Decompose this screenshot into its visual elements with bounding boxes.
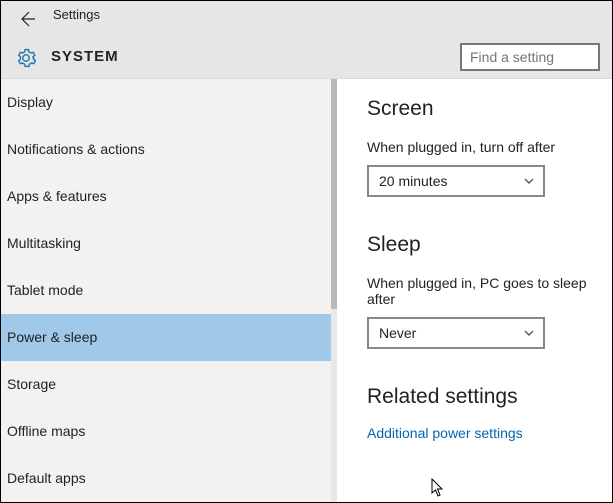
sidebar-item-label: Offline maps — [7, 423, 85, 439]
screen-timeout-value: 20 minutes — [379, 173, 447, 189]
sleep-timeout-value: Never — [379, 325, 416, 341]
screen-timeout-label: When plugged in, turn off after — [367, 139, 612, 155]
sidebar-item-label: Apps & features — [7, 188, 107, 204]
content: Display Notifications & actions Apps & f… — [1, 79, 612, 502]
sidebar-item-label: Multitasking — [7, 235, 81, 251]
cursor-icon — [431, 478, 447, 498]
sidebar-item-offline-maps[interactable]: Offline maps — [1, 408, 331, 455]
back-arrow-icon — [17, 9, 37, 29]
sidebar-item-apps[interactable]: Apps & features — [1, 173, 331, 220]
sidebar-item-label: Storage — [7, 376, 56, 392]
sidebar-item-label: Tablet mode — [7, 282, 83, 298]
related-heading: Related settings — [367, 385, 612, 409]
gear-icon — [15, 47, 37, 74]
sidebar-item-label: Display — [7, 94, 53, 110]
chevron-down-icon — [523, 327, 535, 339]
sidebar-item-storage[interactable]: Storage — [1, 361, 331, 408]
main-panel: Screen When plugged in, turn off after 2… — [337, 79, 612, 502]
sidebar-item-multitasking[interactable]: Multitasking — [1, 220, 331, 267]
additional-power-settings-link[interactable]: Additional power settings — [367, 425, 612, 441]
sidebar-item-notifications[interactable]: Notifications & actions — [1, 126, 331, 173]
header: Settings SYSTEM — [1, 1, 612, 79]
sidebar-item-label: Power & sleep — [7, 329, 97, 345]
sidebar-item-power-sleep[interactable]: Power & sleep — [1, 314, 331, 361]
screen-heading: Screen — [367, 97, 612, 121]
section-title: SYSTEM — [51, 48, 119, 65]
sleep-timeout-dropdown[interactable]: Never — [367, 317, 545, 349]
screen-timeout-dropdown[interactable]: 20 minutes — [367, 165, 545, 197]
sidebar-item-label: Notifications & actions — [7, 141, 145, 157]
sidebar-item-display[interactable]: Display — [1, 79, 331, 126]
app-title: Settings — [53, 7, 100, 22]
sidebar-item-default-apps[interactable]: Default apps — [1, 455, 331, 502]
back-button[interactable] — [15, 7, 39, 31]
sleep-timeout-label: When plugged in, PC goes to sleep after — [367, 275, 612, 307]
search-input[interactable] — [460, 43, 600, 71]
sidebar: Display Notifications & actions Apps & f… — [1, 79, 337, 502]
chevron-down-icon — [523, 175, 535, 187]
sleep-heading: Sleep — [367, 233, 612, 257]
sidebar-item-tablet[interactable]: Tablet mode — [1, 267, 331, 314]
sidebar-item-label: Default apps — [7, 470, 86, 486]
